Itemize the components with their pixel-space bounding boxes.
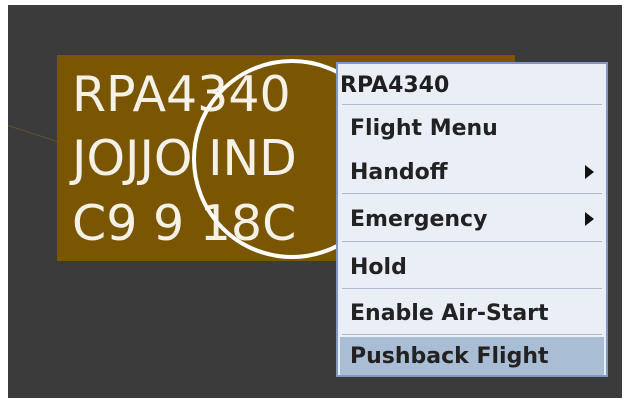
context-menu-title-label: RPA4340	[340, 73, 450, 98]
menu-item-pushback-flight[interactable]: Pushback Flight	[340, 337, 604, 375]
menu-separator	[342, 104, 602, 105]
menu-item-enable-air-start-label: Enable Air-Start	[350, 300, 549, 326]
data-block-callsign: RPA4340	[72, 66, 291, 123]
flight-context-menu[interactable]: RPA4340 Flight Menu Handoff Emergency Ho…	[336, 62, 608, 377]
menu-item-handoff-label: Handoff	[350, 159, 448, 185]
menu-item-flight-menu-label: Flight Menu	[350, 115, 498, 141]
menu-item-handoff[interactable]: Handoff	[350, 153, 596, 191]
data-block-type: C9 9 18C	[72, 195, 297, 252]
menu-item-hold-label: Hold	[350, 254, 407, 280]
menu-separator	[342, 334, 602, 335]
menu-separator	[342, 193, 602, 194]
menu-item-emergency-label: Emergency	[350, 206, 488, 232]
context-menu-title: RPA4340	[340, 69, 602, 102]
menu-item-flight-menu[interactable]: Flight Menu	[350, 109, 596, 147]
menu-separator	[342, 241, 602, 242]
menu-item-emergency[interactable]: Emergency	[350, 200, 596, 238]
submenu-arrow-icon	[585, 165, 594, 179]
target-trace-line	[8, 125, 61, 143]
submenu-arrow-icon	[585, 212, 594, 226]
menu-item-hold[interactable]: Hold	[350, 248, 596, 286]
menu-item-pushback-flight-label: Pushback Flight	[350, 343, 549, 369]
menu-item-enable-air-start[interactable]: Enable Air-Start	[350, 294, 596, 332]
data-block-route: JOJJO IND	[72, 130, 297, 187]
menu-separator	[342, 288, 602, 289]
